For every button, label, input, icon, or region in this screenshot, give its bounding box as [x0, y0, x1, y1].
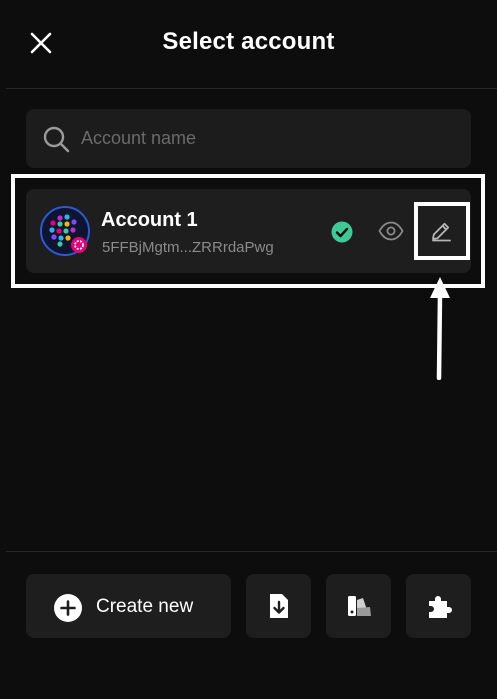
- account-address: 5FFBjMgtm...ZRRrdaPwg: [102, 239, 274, 256]
- theme-icon: [348, 596, 371, 616]
- annotation-arrow-icon: [430, 277, 450, 380]
- import-account-button[interactable]: [246, 574, 311, 638]
- edit-icon[interactable]: [430, 220, 452, 242]
- plus-icon: [54, 594, 82, 622]
- extension-button[interactable]: [406, 574, 471, 638]
- create-new-button[interactable]: Create new: [26, 574, 231, 638]
- eye-icon[interactable]: [378, 221, 404, 241]
- check-icon: [331, 221, 353, 243]
- theme-button[interactable]: [326, 574, 391, 638]
- search-input[interactable]: [81, 109, 451, 168]
- search-icon: [43, 126, 70, 153]
- footer-divider: [6, 551, 497, 552]
- extension-icon: [429, 596, 452, 618]
- header-divider: [6, 88, 497, 89]
- account-name: Account 1: [101, 209, 198, 231]
- create-new-label: Create new: [96, 596, 194, 617]
- page-title: Select account: [162, 28, 335, 55]
- search-box[interactable]: [26, 109, 471, 168]
- account-card[interactable]: Account 1 5FFBjMgtm...ZRRrdaPwg: [26, 189, 471, 273]
- import-icon: [270, 594, 288, 618]
- avatar: [40, 206, 90, 256]
- header: Select account: [0, 0, 497, 88]
